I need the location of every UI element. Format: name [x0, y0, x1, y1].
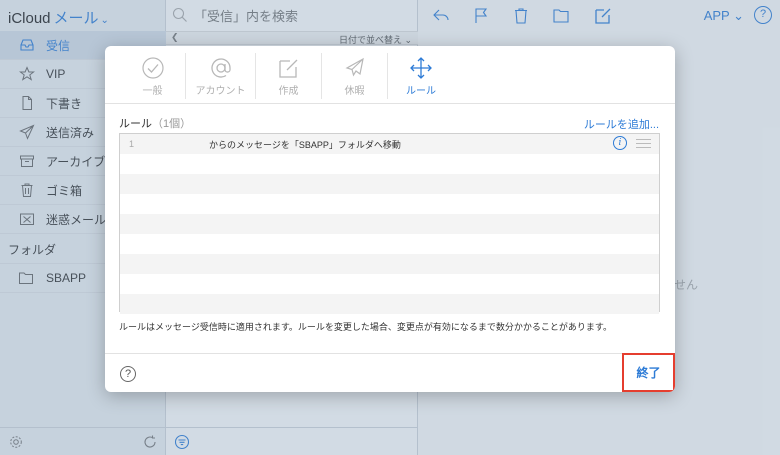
preferences-tabs: 一般 アカウント 作成 休暇 ルール — [120, 53, 454, 101]
rule-description: からのメッセージを「SBAPP」フォルダへ移動 — [209, 139, 401, 150]
rules-list: 1 からのメッセージを「SBAPP」フォルダへ移動 i — [119, 133, 660, 314]
rule-number: 1 — [129, 139, 135, 149]
divider — [105, 103, 675, 104]
tab-account[interactable]: アカウント — [186, 53, 256, 99]
empty-row — [120, 294, 659, 314]
tab-label: 休暇 — [344, 86, 365, 97]
drag-handle-icon[interactable] — [636, 139, 651, 149]
tab-label: 一般 — [142, 86, 163, 97]
at-sign-icon — [210, 58, 231, 78]
tab-general[interactable]: 一般 — [120, 53, 186, 99]
empty-row — [120, 174, 659, 194]
rules-heading: ルール（1個） — [119, 115, 191, 131]
empty-row — [120, 194, 659, 214]
rule-row[interactable]: 1 からのメッセージを「SBAPP」フォルダへ移動 i — [120, 134, 659, 154]
empty-row — [120, 274, 659, 294]
rules-count: （1個） — [152, 118, 192, 130]
empty-row — [120, 154, 659, 174]
rules-note: ルールはメッセージ受信時に適用されます。ルールを変更した場合、変更点が有効になる… — [119, 322, 613, 332]
empty-row — [120, 214, 659, 234]
preferences-dialog: 一般 アカウント 作成 休暇 ルール ルール（1個） ルールを追加... 1 か… — [105, 46, 675, 392]
tab-compose[interactable]: 作成 — [256, 53, 322, 99]
tab-label: 作成 — [278, 86, 299, 97]
checkmark-circle-icon — [141, 57, 164, 79]
tab-label: ルール — [406, 86, 436, 97]
tab-rules[interactable]: ルール — [388, 53, 454, 99]
compose-icon — [278, 59, 297, 78]
info-icon[interactable]: i — [613, 136, 627, 150]
empty-row — [120, 234, 659, 254]
help-button[interactable]: ? — [120, 366, 136, 382]
done-button[interactable]: 終了 — [622, 353, 675, 392]
divider — [105, 353, 675, 354]
airplane-icon — [344, 57, 364, 77]
tab-vacation[interactable]: 休暇 — [322, 53, 388, 99]
rules-title: ルール — [119, 118, 152, 130]
empty-row — [120, 254, 659, 274]
add-rule-link[interactable]: ルールを追加... — [584, 116, 659, 132]
move-arrows-icon — [410, 57, 432, 79]
tab-label: アカウント — [195, 86, 246, 97]
